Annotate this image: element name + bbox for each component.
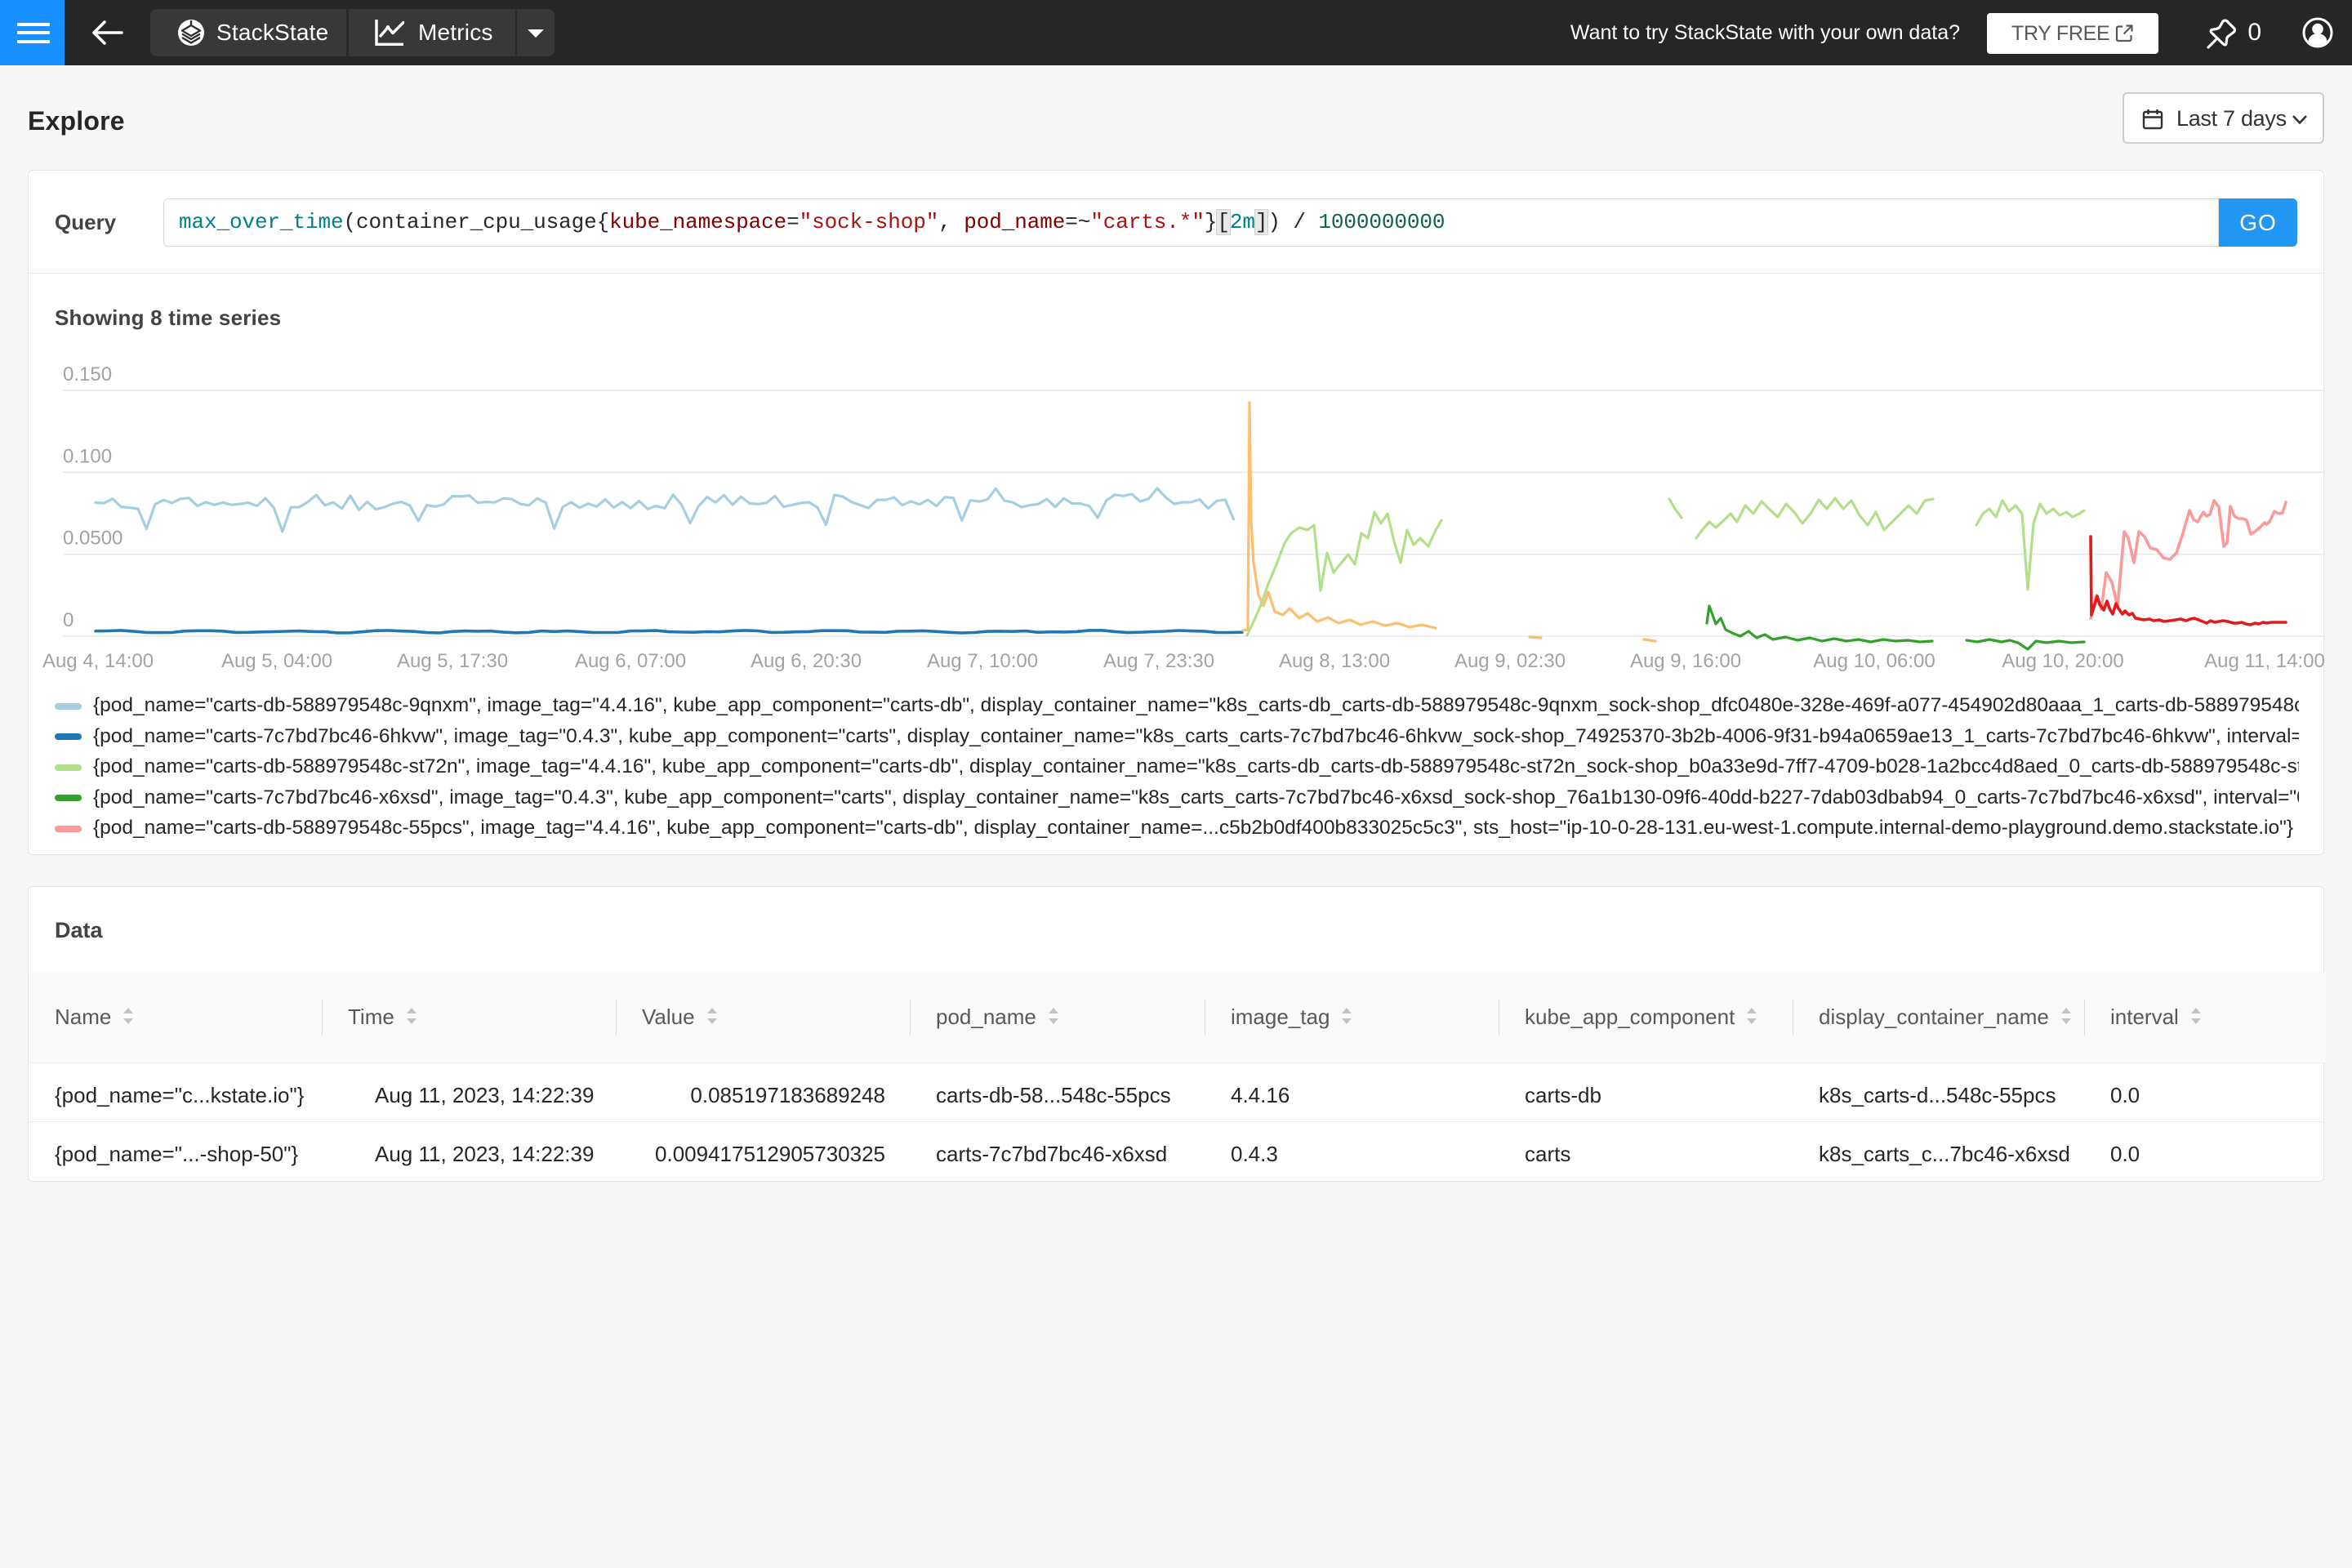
svg-text:Aug 10, 20:00: Aug 10, 20:00 bbox=[2002, 650, 2123, 672]
svg-text:Aug 8, 13:00: Aug 8, 13:00 bbox=[1279, 650, 1390, 672]
svg-text:0: 0 bbox=[63, 609, 74, 631]
svg-text:0.100: 0.100 bbox=[63, 445, 112, 467]
svg-text:Aug 11, 14:00: Aug 11, 14:00 bbox=[2204, 650, 2325, 672]
svg-text:0.0500: 0.0500 bbox=[63, 528, 122, 550]
svg-text:Aug 5, 17:30: Aug 5, 17:30 bbox=[397, 650, 508, 672]
svg-text:Aug 5, 04:00: Aug 5, 04:00 bbox=[221, 650, 332, 672]
svg-text:Aug 7, 10:00: Aug 7, 10:00 bbox=[927, 650, 1038, 672]
svg-text:Aug 9, 02:30: Aug 9, 02:30 bbox=[1454, 650, 1566, 672]
svg-text:Aug 6, 20:30: Aug 6, 20:30 bbox=[751, 650, 862, 672]
svg-text:Aug 9, 16:00: Aug 9, 16:00 bbox=[1630, 650, 1741, 672]
svg-text:Aug 7, 23:30: Aug 7, 23:30 bbox=[1103, 650, 1214, 672]
svg-text:Aug 4, 14:00: Aug 4, 14:00 bbox=[42, 650, 154, 672]
svg-text:Aug 6, 07:00: Aug 6, 07:00 bbox=[575, 650, 686, 672]
svg-text:Aug 10, 06:00: Aug 10, 06:00 bbox=[1813, 650, 1935, 672]
svg-text:0.150: 0.150 bbox=[63, 363, 112, 385]
